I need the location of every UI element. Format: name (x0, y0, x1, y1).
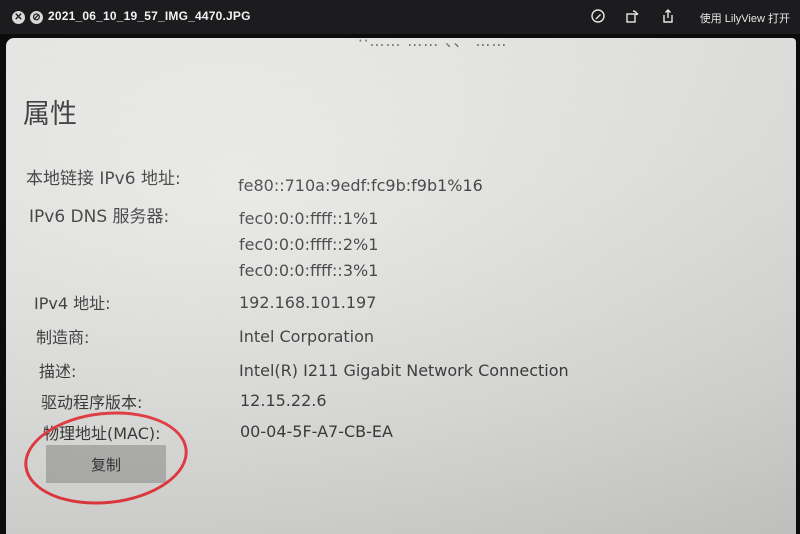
property-label: 本地链接 IPv6 地址: (26, 169, 181, 189)
property-value: 192.168.101.197 (239, 293, 377, 312)
open-with-lilyview-button[interactable]: 使用 LilyView 打开 (700, 10, 790, 26)
cutoff-top-text: ··…… …… 、、 …… (358, 38, 508, 50)
property-value: fec0:0:0:ffff::2%1 (239, 235, 379, 254)
property-value: fe80::710a:9edf:fc9b:f9b1%16 (238, 176, 483, 195)
page-title: 属性 (23, 99, 77, 130)
property-label: IPv4 地址: (34, 294, 111, 313)
annotate-icon[interactable] (590, 9, 606, 25)
property-label: 制造商: (36, 328, 90, 347)
file-name: 2021_06_10_19_57_IMG_4470.JPG (48, 9, 251, 23)
photographed-screen: ··…… …… 、、 …… 属性 本地链接 IPv6 地址: fe80::710… (6, 38, 796, 534)
property-value: fec0:0:0:ffff::1%1 (239, 209, 379, 228)
minimize-icon[interactable]: ⊘ (30, 11, 43, 24)
property-label: IPv6 DNS 服务器: (29, 207, 170, 227)
close-icon[interactable]: ✕ (12, 11, 25, 24)
viewer-titlebar: ✕ ⊘ 2021_06_10_19_57_IMG_4470.JPG 使用 Lil… (0, 0, 800, 34)
property-label: 驱动程序版本: (41, 393, 143, 412)
photo-content: ··…… …… 、、 …… 属性 本地链接 IPv6 地址: fe80::710… (0, 34, 800, 534)
property-label: 描述: (39, 362, 77, 381)
property-value: Intel Corporation (239, 327, 375, 346)
rotate-icon[interactable] (624, 9, 640, 25)
property-value: 12.15.22.6 (240, 391, 327, 410)
property-value: 00-04-5F-A7-CB-EA (240, 422, 393, 441)
property-value: Intel(R) I211 Gigabit Network Connection (239, 361, 569, 380)
property-value: fec0:0:0:ffff::3%1 (239, 261, 379, 280)
share-icon[interactable] (660, 9, 676, 25)
